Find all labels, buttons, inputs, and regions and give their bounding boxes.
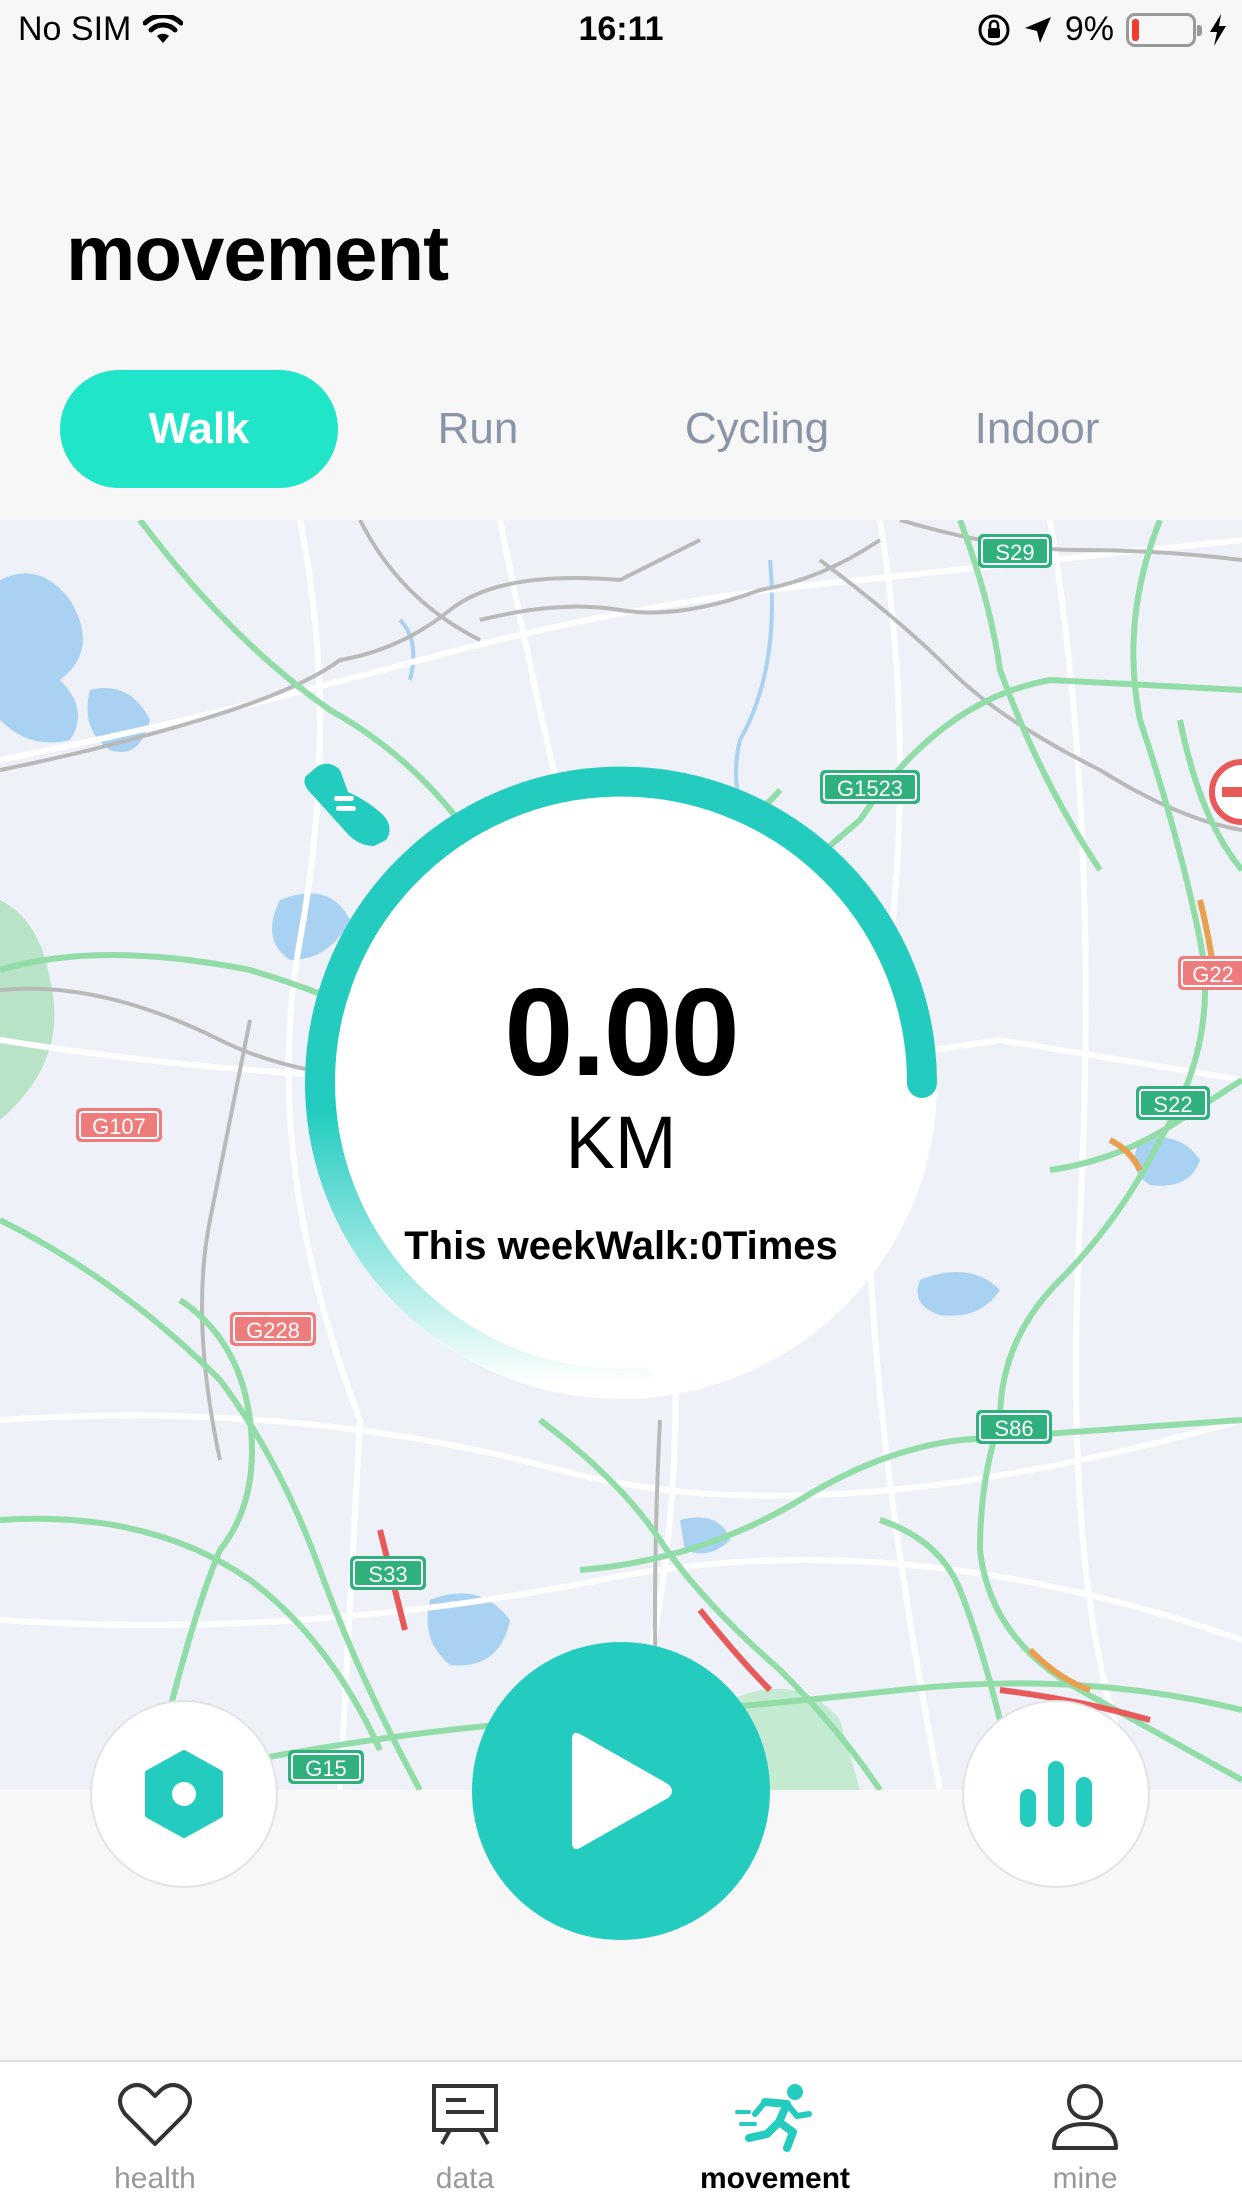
svg-text:S29: S29 xyxy=(995,540,1034,565)
person-icon xyxy=(1052,2084,1118,2150)
svg-text:S33: S33 xyxy=(368,1562,407,1587)
road-shield: S29 xyxy=(978,534,1052,568)
road-shield: G15 xyxy=(288,1750,364,1784)
distance-ring: 0.00 KM This weekWalk:0Times xyxy=(300,762,942,1404)
svg-text:S86: S86 xyxy=(994,1416,1033,1441)
battery-icon xyxy=(1126,12,1202,47)
svg-text:G15: G15 xyxy=(305,1756,347,1781)
nav-data-label: data xyxy=(435,2162,495,2195)
orientation-lock-icon xyxy=(978,14,1010,45)
location-arrow-icon xyxy=(1024,16,1051,43)
battery-fill xyxy=(1132,18,1139,41)
status-right: 9% xyxy=(977,10,1228,49)
tab-cycling[interactable]: Cycling xyxy=(618,370,896,488)
road-shield: S33 xyxy=(350,1556,426,1590)
no-entry-marker-icon xyxy=(1209,759,1242,825)
settings-button[interactable] xyxy=(90,1700,278,1888)
hexagon-settings-icon xyxy=(145,1750,223,1838)
running-person-icon xyxy=(735,2084,812,2152)
lake xyxy=(1134,1137,1200,1186)
svg-text:G228: G228 xyxy=(246,1318,300,1343)
bottom-navigation: health data movement mine xyxy=(0,2060,1242,2208)
battery-percent: 9% xyxy=(1064,10,1114,48)
distance-unit: KM xyxy=(565,1101,677,1184)
road-shield: G107 xyxy=(76,1108,162,1142)
nav-health-label: health xyxy=(114,2162,196,2195)
presentation-board-icon xyxy=(432,2084,498,2145)
nav-data[interactable]: data xyxy=(310,2062,620,2208)
nav-movement[interactable]: movement xyxy=(620,2062,930,2208)
statistics-button[interactable] xyxy=(962,1700,1150,1888)
svg-text:G107: G107 xyxy=(92,1114,146,1139)
start-button[interactable] xyxy=(472,1642,770,1940)
road-shield: S86 xyxy=(976,1410,1052,1444)
distance-value: 0.00 xyxy=(504,964,739,1102)
nav-mine[interactable]: mine xyxy=(930,2062,1240,2208)
heart-icon xyxy=(118,2083,192,2146)
bar-chart-icon xyxy=(1020,1761,1092,1827)
svg-text:G22: G22 xyxy=(1192,962,1234,987)
lake xyxy=(0,573,83,743)
activity-tabs: Walk Run Cycling Indoor xyxy=(60,370,1182,488)
svg-text:S22: S22 xyxy=(1153,1092,1192,1117)
play-icon xyxy=(572,1732,672,1850)
charging-bolt-icon xyxy=(1210,13,1226,46)
park xyxy=(0,900,55,1120)
shoe-icon xyxy=(304,763,390,846)
status-bar: No SIM 16:11 9% xyxy=(0,0,1242,62)
weekly-count: This weekWalk:0Times xyxy=(404,1224,838,1268)
tab-run[interactable]: Run xyxy=(339,370,617,488)
tab-indoor[interactable]: Indoor xyxy=(898,370,1176,488)
road-shield: G22 xyxy=(1178,956,1242,990)
page-title: movement xyxy=(66,209,449,297)
nav-health[interactable]: health xyxy=(0,2062,310,2208)
tab-walk[interactable]: Walk xyxy=(60,370,338,488)
nav-mine-label: mine xyxy=(1052,2162,1118,2195)
nav-movement-label: movement xyxy=(699,2162,851,2195)
road-shield: S22 xyxy=(1136,1086,1210,1120)
